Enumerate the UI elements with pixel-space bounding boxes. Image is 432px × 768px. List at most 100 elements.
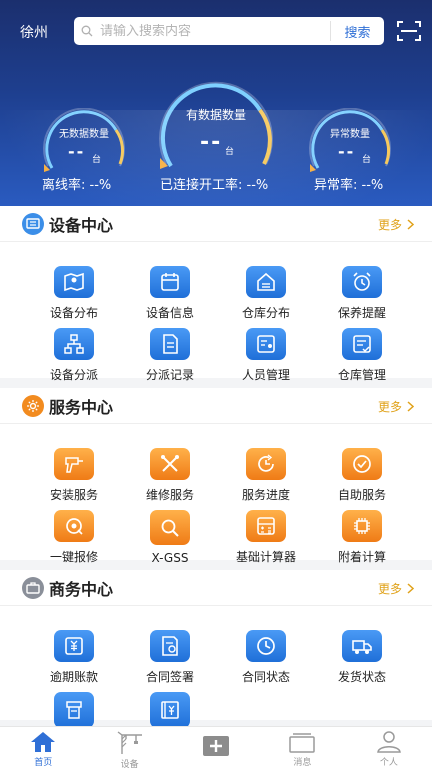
tile-label: 发货状态 — [337, 670, 386, 684]
magnifier-icon — [150, 510, 190, 545]
tile-contract-status[interactable]: 合同状态 — [218, 623, 314, 685]
tile-device-distribution[interactable]: 设备分布 — [26, 259, 122, 321]
tile-contract-signing[interactable]: 合同签署 — [122, 623, 218, 685]
chip-icon — [342, 510, 382, 542]
tile-maintenance-reminder[interactable]: 保养提醒 — [314, 259, 410, 321]
service-center-icon — [22, 394, 44, 417]
tile-x-gss[interactable]: X-GSS — [122, 503, 218, 565]
tab-device[interactable]: 设备 — [86, 727, 172, 768]
tile-warehouse-distribution[interactable]: 仓库分布 — [218, 259, 314, 321]
alarm-clock-icon — [342, 266, 382, 298]
section-title: 服务中心 — [49, 397, 114, 417]
tile-repair-service[interactable]: 维修服务 — [122, 441, 218, 503]
tile-label: 设备信息 — [145, 306, 194, 320]
more-label: 更多 — [377, 218, 402, 232]
business-more-link[interactable]: 更多 — [378, 580, 414, 597]
gauge-unit: 台 — [92, 155, 102, 165]
tile-basic-calculator[interactable]: 基础计算器 — [218, 503, 314, 565]
tile-service-progress[interactable]: 服务进度 — [218, 441, 314, 503]
map-icon — [54, 266, 94, 298]
search-icon — [74, 17, 100, 45]
user-icon — [376, 731, 402, 753]
tile-label: 分派记录 — [145, 368, 194, 382]
service-center-section: 服务中心 更多 安装服务 维修服务 服务进度 自助服务 一键报修 X-GSS 基… — [0, 388, 432, 565]
tab-label: 个人 — [379, 758, 398, 768]
tile-label: 安装服务 — [49, 488, 98, 502]
more-label: 更多 — [377, 400, 402, 414]
tab-messages[interactable]: 消息 — [259, 727, 345, 768]
tile-self-service[interactable]: 自助服务 — [314, 441, 410, 503]
business-center-icon — [22, 576, 44, 599]
calculator-icon — [246, 510, 286, 542]
tile-label: 保养提醒 — [337, 306, 386, 320]
gauge-no-data: 无数据数量 -- 台 — [36, 108, 132, 178]
gauge-title: 异常数量 — [330, 129, 370, 140]
tile-warehouse-management[interactable]: 仓库管理 — [314, 321, 410, 383]
tile-shipping-status[interactable]: 发货状态 — [314, 623, 410, 685]
main-content: 设备中心 更多 设备分布 设备信息 仓库分布 保养提醒 设备分派 分派记录 人员… — [0, 206, 432, 728]
gauge-title: 无数据数量 — [59, 129, 109, 140]
tile-label: 合同状态 — [241, 670, 290, 684]
tile-label: 服务进度 — [241, 488, 290, 502]
tile-attachment-calculation[interactable]: 附着计算 — [314, 503, 410, 565]
city-selector[interactable]: 徐州 — [20, 22, 48, 42]
tile-overdue-accounts[interactable]: 逾期账款 — [26, 623, 122, 685]
checklist-icon — [342, 328, 382, 360]
search-input[interactable] — [100, 23, 330, 39]
tile-one-click-repair[interactable]: 一键报修 — [26, 503, 122, 565]
yen-document-icon — [150, 692, 190, 728]
tile-label: X-GSS — [151, 551, 189, 565]
tile-device-info[interactable]: 设备信息 — [122, 259, 218, 321]
tile-label: 仓库管理 — [337, 368, 386, 382]
device-more-link[interactable]: 更多 — [378, 216, 414, 233]
gauge-value: -- — [200, 130, 223, 155]
section-title: 商务中心 — [49, 579, 114, 599]
gauge-unit: 台 — [225, 147, 235, 157]
progress-clock-icon — [246, 448, 286, 480]
bottom-tab-bar: 首页 设备 消息 个人 — [0, 726, 432, 768]
tile-label: 维修服务 — [145, 488, 194, 502]
gauge-title: 有数据数量 — [185, 108, 246, 122]
tab-add[interactable] — [173, 727, 259, 768]
calendar-icon — [150, 266, 190, 298]
repair-request-icon — [54, 510, 94, 542]
id-card-icon — [246, 328, 286, 360]
tab-home[interactable]: 首页 — [0, 727, 86, 768]
gauge-with-data: 有数据数量 -- 台 — [152, 78, 280, 178]
tile-label: 合同签署 — [145, 670, 194, 684]
gauge-abnormal: 异常数量 -- 台 — [302, 108, 398, 178]
dashboard-header: 徐州 搜索 无数据数量 -- 台 有数据数量 — [0, 0, 432, 206]
tile-dispatch-records[interactable]: 分派记录 — [122, 321, 218, 383]
truck-icon — [342, 630, 382, 662]
crane-icon — [116, 731, 144, 755]
gauge-unit: 台 — [362, 155, 372, 165]
scan-icon[interactable] — [396, 19, 422, 43]
chevron-right-icon — [407, 219, 414, 230]
search-button[interactable]: 搜索 — [330, 21, 384, 41]
tile-installation-service[interactable]: 安装服务 — [26, 441, 122, 503]
tile-label: 基础计算器 — [235, 550, 296, 564]
tab-profile[interactable]: 个人 — [346, 727, 432, 768]
tile-label: 仓库分布 — [241, 306, 290, 320]
gauge-value: -- — [68, 142, 86, 161]
tile-label: 逾期账款 — [49, 670, 98, 684]
tab-label: 首页 — [34, 758, 53, 768]
service-more-link[interactable]: 更多 — [378, 398, 414, 415]
check-circle-icon — [342, 448, 382, 480]
device-center-icon — [22, 212, 44, 235]
tile-personnel-management[interactable]: 人员管理 — [218, 321, 314, 383]
device-center-section: 设备中心 更多 设备分布 设备信息 仓库分布 保养提醒 设备分派 分派记录 人员… — [0, 206, 432, 382]
home-icon — [30, 731, 56, 753]
tile-device-dispatch[interactable]: 设备分派 — [26, 321, 122, 383]
business-center-section: 商务中心 更多 逾期账款 合同签署 合同状态 发货状态 — [0, 570, 432, 728]
more-label: 更多 — [377, 582, 402, 596]
tile-label: 设备分派 — [49, 368, 98, 382]
section-header: 服务中心 更多 — [0, 388, 432, 424]
online-rate: 已连接开工率: --% — [160, 178, 269, 193]
tile-label: 一键报修 — [49, 550, 98, 564]
invoice-icon — [54, 630, 94, 662]
gauge-value: -- — [338, 142, 356, 161]
chevron-right-icon — [407, 401, 414, 412]
contract-seal-icon — [150, 630, 190, 662]
section-title: 设备中心 — [49, 215, 114, 235]
